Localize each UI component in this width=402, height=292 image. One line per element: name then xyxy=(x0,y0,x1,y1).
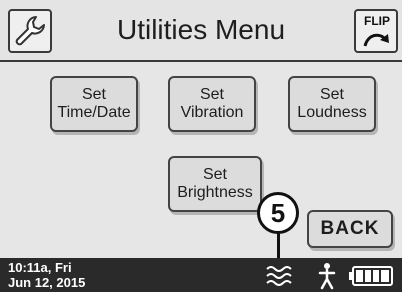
button-label: Set xyxy=(319,86,344,103)
status-datetime: 10:11a, Fri Jun 12, 2015 xyxy=(8,260,85,290)
set-time-date-button[interactable]: Set Time/Date xyxy=(50,76,138,132)
flip-button[interactable]: FLIP xyxy=(354,9,398,53)
button-label: Vibration xyxy=(180,104,244,121)
set-loudness-button[interactable]: Set Loudness xyxy=(288,76,376,132)
page-title: Utilities Menu xyxy=(116,14,286,45)
callout-marker: 5 xyxy=(257,192,299,234)
header-bar: Utilities Menu FLIP xyxy=(0,0,402,62)
back-button[interactable]: BACK xyxy=(307,210,393,248)
button-label: Loudness xyxy=(297,104,367,121)
utilities-screen: Utilities Menu FLIP Set Time/Date Set Vi… xyxy=(0,0,402,292)
set-vibration-button[interactable]: Set Vibration xyxy=(168,76,256,132)
status-date: Jun 12, 2015 xyxy=(8,275,86,290)
button-label: Set xyxy=(81,86,106,103)
button-label: Time/Date xyxy=(57,104,131,121)
person-icon xyxy=(318,263,336,290)
flip-label: FLIP xyxy=(364,14,390,28)
curved-arrow-icon xyxy=(363,33,389,47)
button-label: Set xyxy=(202,166,227,183)
vibrate-wave-icon xyxy=(266,266,292,286)
button-label: Set xyxy=(199,86,224,103)
button-label: Brightness xyxy=(177,184,253,201)
wrench-icon xyxy=(15,16,45,46)
callout-pointer xyxy=(277,233,280,260)
battery-icon xyxy=(349,266,393,286)
status-time: 10:11a, Fri xyxy=(8,260,72,275)
status-bar: 10:11a, Fri Jun 12, 2015 xyxy=(0,258,402,292)
settings-button[interactable] xyxy=(8,9,52,53)
set-brightness-button[interactable]: Set Brightness xyxy=(168,156,262,212)
